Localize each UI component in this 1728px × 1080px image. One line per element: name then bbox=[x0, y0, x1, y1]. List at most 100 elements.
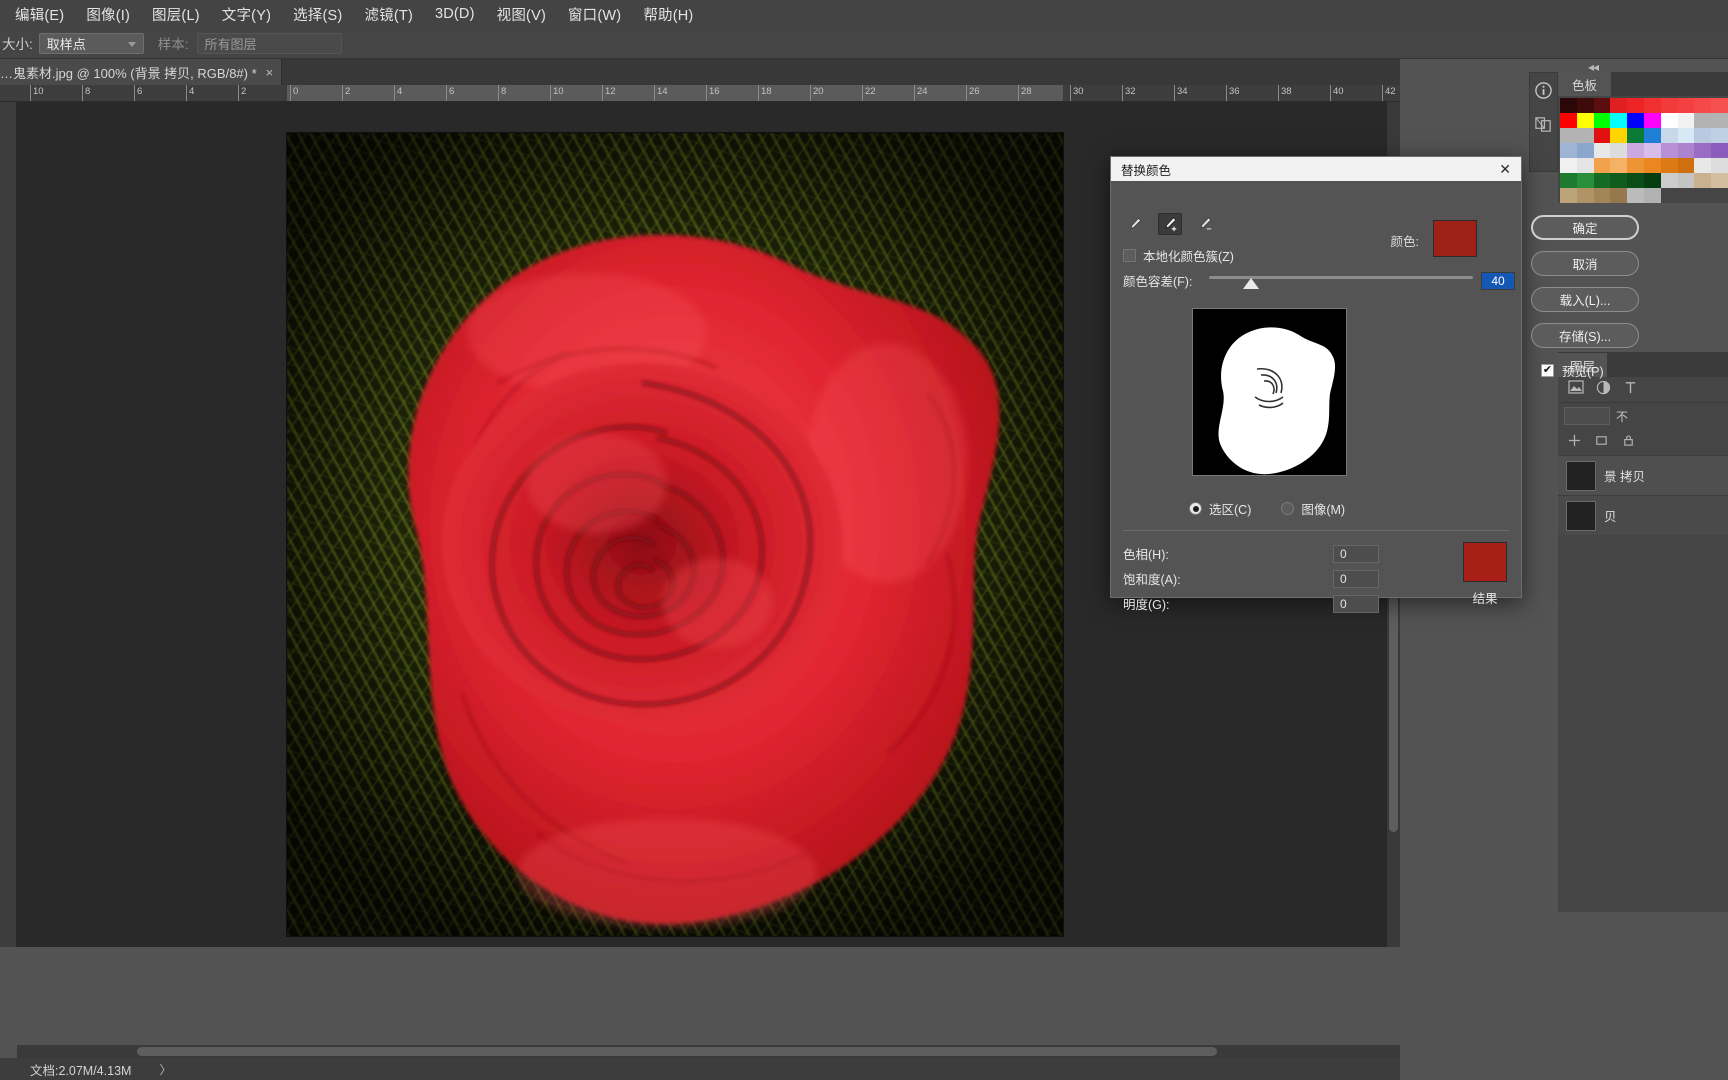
menu-3d[interactable]: 3D(D) bbox=[424, 3, 486, 25]
menu-layer[interactable]: 图层(L) bbox=[141, 1, 211, 28]
localized-clusters-checkbox[interactable] bbox=[1123, 249, 1136, 262]
swatch-cell[interactable] bbox=[1627, 98, 1644, 113]
eyedropper-add-icon[interactable] bbox=[1158, 213, 1182, 235]
swatch-cell[interactable] bbox=[1627, 173, 1644, 188]
swatch-cell[interactable] bbox=[1660, 128, 1678, 143]
swatch-cell[interactable] bbox=[1677, 158, 1695, 173]
swatch-cell[interactable] bbox=[1593, 143, 1611, 158]
info-icon[interactable] bbox=[1529, 73, 1558, 107]
swatch-cell[interactable] bbox=[1677, 113, 1695, 128]
radio-image[interactable]: 图像(M) bbox=[1281, 499, 1345, 518]
eyedropper-icon[interactable] bbox=[1123, 213, 1147, 235]
close-icon[interactable]: ✕ bbox=[1495, 162, 1515, 176]
swatch-cell[interactable] bbox=[1660, 98, 1678, 113]
swatch-cell[interactable] bbox=[1610, 158, 1628, 173]
fuzziness-slider[interactable] bbox=[1209, 273, 1473, 289]
swatch-cell[interactable] bbox=[1643, 143, 1661, 158]
swatch-cell[interactable] bbox=[1677, 128, 1695, 143]
sample-layers-select[interactable]: 所有图层 bbox=[196, 32, 342, 54]
swatch-cell[interactable] bbox=[1677, 173, 1695, 188]
localized-clusters-row[interactable]: 本地化颜色簇(Z) bbox=[1123, 246, 1234, 265]
swatch-cell[interactable] bbox=[1711, 98, 1728, 113]
load-button[interactable]: 载入(L)... bbox=[1531, 287, 1639, 312]
adjustment-filter-icon[interactable] bbox=[1596, 380, 1611, 400]
menu-filter[interactable]: 滤镜(T) bbox=[353, 1, 424, 28]
swatch-cell[interactable] bbox=[1560, 188, 1577, 203]
document-tab[interactable]: …鬼素材.jpg @ 100% (背景 拷贝, RGB/8#) * × bbox=[0, 59, 283, 85]
swatch-cell[interactable] bbox=[1576, 98, 1594, 113]
swatch-cell[interactable] bbox=[1610, 143, 1628, 158]
swatch-cell[interactable] bbox=[1560, 143, 1577, 158]
tab-swatches[interactable]: 色板 bbox=[1558, 72, 1612, 96]
swatch-cell[interactable] bbox=[1660, 158, 1678, 173]
lock-image-icon[interactable] bbox=[1595, 434, 1608, 450]
saturation-value[interactable]: 0 bbox=[1333, 569, 1379, 588]
swatch-cell[interactable] bbox=[1560, 158, 1577, 173]
color-swatch[interactable] bbox=[1433, 220, 1477, 257]
swatch-cell[interactable] bbox=[1711, 143, 1728, 158]
swatch-cell[interactable] bbox=[1627, 158, 1644, 173]
swatch-cell[interactable] bbox=[1560, 113, 1577, 128]
save-button[interactable]: 存储(S)... bbox=[1531, 323, 1639, 348]
slider-knob[interactable] bbox=[1243, 277, 1260, 289]
hue-slider[interactable] bbox=[1201, 546, 1325, 562]
swatch-cell[interactable] bbox=[1593, 173, 1611, 188]
swatch-cell[interactable] bbox=[1576, 113, 1594, 128]
swatch-cell[interactable] bbox=[1576, 128, 1594, 143]
swatch-cell[interactable] bbox=[1694, 158, 1712, 173]
swatch-cell[interactable] bbox=[1694, 98, 1712, 113]
swatch-cell[interactable] bbox=[1660, 173, 1678, 188]
swatch-cell[interactable] bbox=[1677, 143, 1695, 158]
radio-selection[interactable]: 选区(C) bbox=[1189, 499, 1251, 518]
swatch-cell[interactable] bbox=[1560, 128, 1577, 143]
swatch-cell[interactable] bbox=[1576, 173, 1594, 188]
swatch-cell[interactable] bbox=[1560, 98, 1577, 113]
clone-source-icon[interactable] bbox=[1529, 107, 1558, 141]
menu-window[interactable]: 窗口(W) bbox=[557, 1, 632, 28]
swatch-cell[interactable] bbox=[1694, 113, 1712, 128]
swatch-cell[interactable] bbox=[1643, 158, 1661, 173]
lightness-slider[interactable] bbox=[1201, 596, 1325, 612]
swatch-cell[interactable] bbox=[1643, 173, 1661, 188]
swatch-cell[interactable] bbox=[1576, 143, 1594, 158]
swatch-cell[interactable] bbox=[1593, 128, 1611, 143]
menu-help[interactable]: 帮助(H) bbox=[632, 1, 704, 28]
lightness-value[interactable]: 0 bbox=[1333, 594, 1379, 613]
swatch-cell[interactable] bbox=[1677, 98, 1695, 113]
swatch-cell[interactable] bbox=[1593, 158, 1611, 173]
menu-view[interactable]: 视图(V) bbox=[486, 1, 557, 28]
swatch-cell[interactable] bbox=[1610, 173, 1628, 188]
layer-row-background-copy[interactable]: 景 拷贝 bbox=[1558, 455, 1728, 495]
swatch-cell[interactable] bbox=[1627, 128, 1644, 143]
scrollbar-thumb[interactable] bbox=[137, 1047, 1217, 1056]
swatch-cell[interactable] bbox=[1711, 173, 1728, 188]
swatch-cell[interactable] bbox=[1711, 113, 1728, 128]
fuzziness-value[interactable]: 40 bbox=[1481, 271, 1515, 290]
swatch-cell[interactable] bbox=[1610, 98, 1628, 113]
saturation-slider[interactable] bbox=[1201, 571, 1325, 587]
menu-type[interactable]: 文字(Y) bbox=[211, 1, 282, 28]
swatch-cell[interactable] bbox=[1694, 143, 1712, 158]
swatch-cell[interactable] bbox=[1711, 128, 1728, 143]
sample-size-select[interactable]: 取样点 bbox=[38, 32, 144, 54]
swatch-cell[interactable] bbox=[1560, 173, 1577, 188]
swatch-cell[interactable] bbox=[1610, 188, 1628, 203]
swatch-cell[interactable] bbox=[1643, 113, 1661, 128]
canvas-horizontal-scrollbar[interactable] bbox=[17, 1045, 1400, 1058]
close-icon[interactable]: × bbox=[266, 65, 274, 80]
swatch-cell[interactable] bbox=[1694, 128, 1712, 143]
swatch-cell[interactable] bbox=[1643, 188, 1661, 203]
swatch-cell[interactable] bbox=[1610, 128, 1628, 143]
menu-edit[interactable]: 编辑(E) bbox=[4, 1, 75, 28]
swatch-cell[interactable] bbox=[1576, 158, 1594, 173]
document-image[interactable] bbox=[287, 133, 1063, 936]
swatch-cell[interactable] bbox=[1694, 173, 1712, 188]
swatch-cell[interactable] bbox=[1593, 113, 1611, 128]
swatch-cell[interactable] bbox=[1593, 188, 1611, 203]
text-filter-icon[interactable] bbox=[1623, 380, 1638, 400]
mask-preview[interactable] bbox=[1192, 308, 1347, 476]
hue-value[interactable]: 0 bbox=[1333, 544, 1379, 563]
blend-mode-field[interactable] bbox=[1564, 407, 1610, 425]
menu-image[interactable]: 图像(I) bbox=[75, 1, 141, 28]
swatch-cell[interactable] bbox=[1627, 143, 1644, 158]
